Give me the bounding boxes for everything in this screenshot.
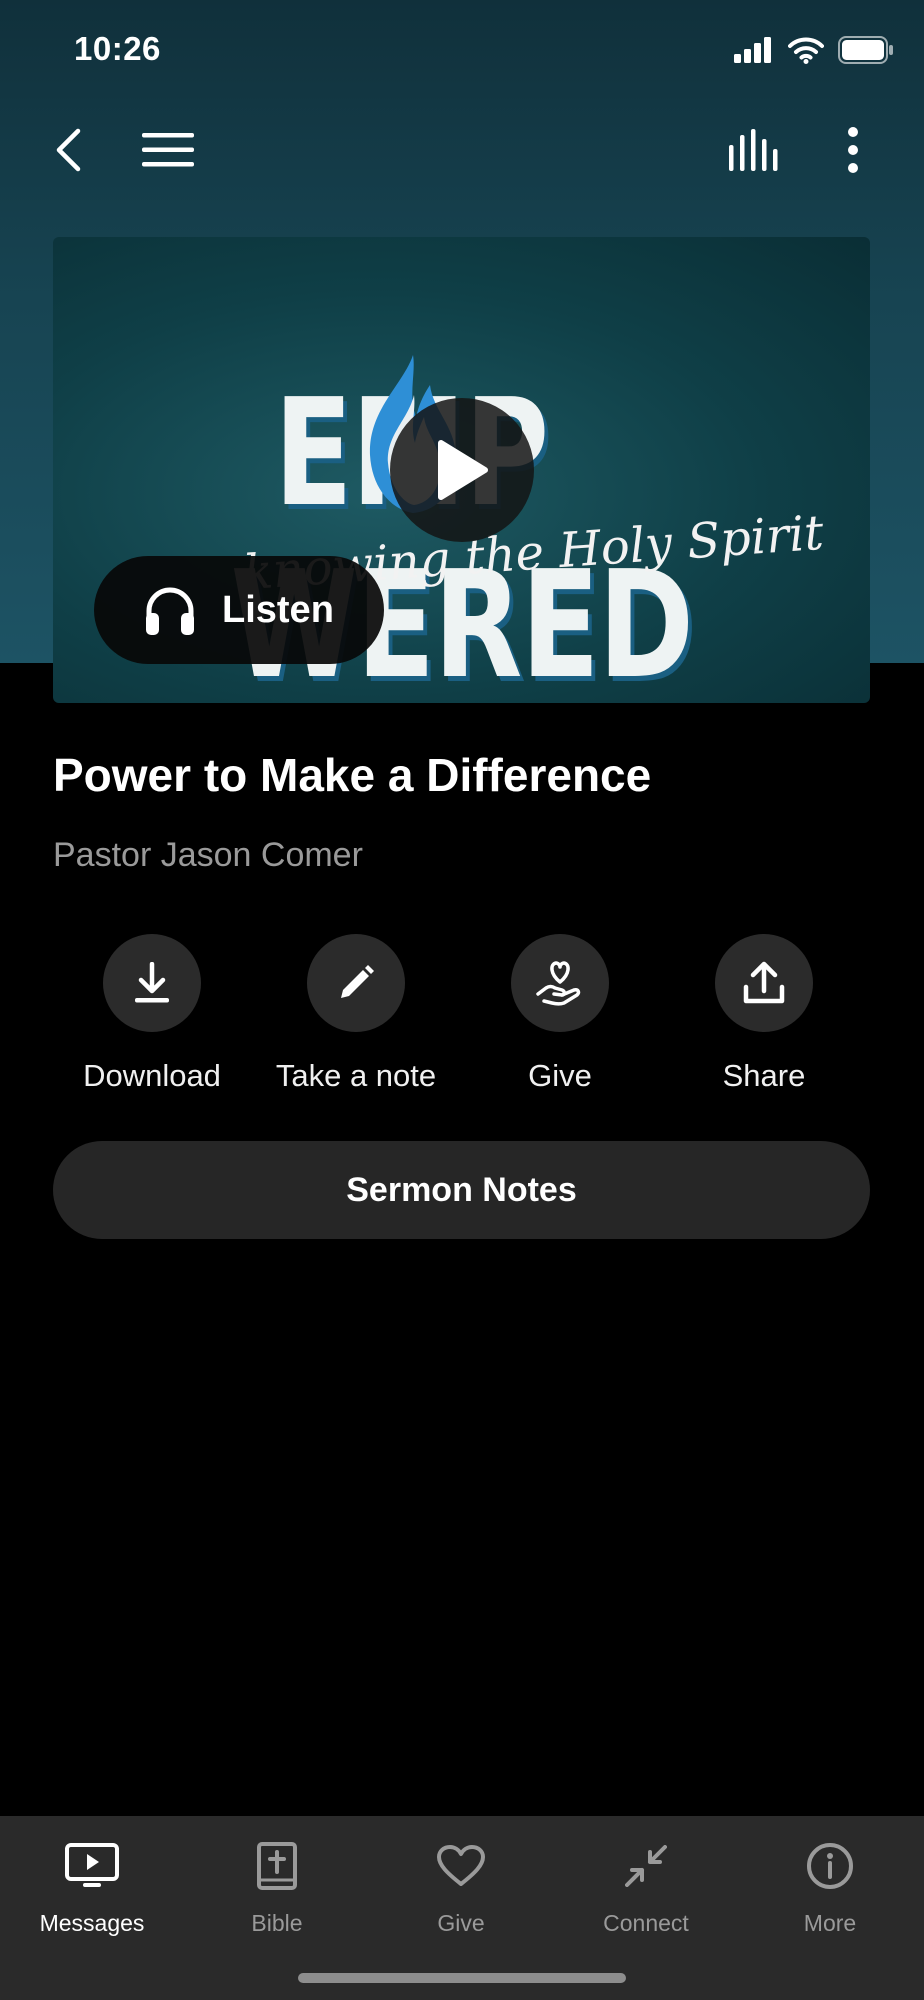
tab-more[interactable]: More: [738, 1816, 922, 1946]
tab-connect[interactable]: Connect: [554, 1816, 738, 1946]
heart-icon: [437, 1845, 485, 1886]
tv-play-icon: [65, 1843, 119, 1887]
menu-button[interactable]: [138, 120, 198, 180]
tab-give-label: Give: [437, 1910, 485, 1936]
sermon-actions: Download Take a note Give Share: [53, 934, 870, 1094]
tab-bible-label: Bible: [251, 1910, 303, 1936]
chevron-left-icon: [56, 128, 81, 172]
heart-hand-icon: [536, 961, 581, 1006]
pencil-icon: [341, 965, 374, 998]
listen-label: Listen: [222, 588, 334, 631]
headphones-icon: [146, 587, 194, 635]
download-label: Download: [83, 1058, 221, 1093]
tab-messages-label: Messages: [39, 1910, 145, 1936]
take-a-note-button[interactable]: Take a note: [256, 934, 456, 1094]
cellular-signal-icon: [734, 37, 771, 63]
play-button[interactable]: [390, 398, 534, 542]
bible-icon: [257, 1842, 297, 1890]
home-indicator[interactable]: [298, 1973, 626, 1983]
battery-icon: [838, 36, 893, 64]
top-navigation: [0, 110, 924, 190]
sermon-speaker: Pastor Jason Comer: [53, 836, 363, 874]
take-a-note-button-circle[interactable]: [307, 934, 405, 1032]
wifi-icon: [788, 37, 824, 64]
share-label: Share: [722, 1058, 806, 1093]
tab-give[interactable]: Give: [369, 1816, 553, 1946]
status-bar: 10:26: [0, 0, 924, 100]
download-button-circle[interactable]: [103, 934, 201, 1032]
audio-visualizer-button[interactable]: [725, 120, 785, 180]
download-button[interactable]: Download: [52, 934, 252, 1094]
share-button[interactable]: Share: [664, 934, 864, 1094]
give-action-button-circle[interactable]: [511, 934, 609, 1032]
vertical-dots-icon: [848, 127, 858, 173]
hamburger-menu-icon: [142, 133, 194, 167]
tab-bible[interactable]: Bible: [185, 1816, 369, 1946]
tab-more-label: More: [803, 1910, 857, 1936]
more-options-button[interactable]: [823, 120, 883, 180]
equalizer-icon: [729, 129, 778, 171]
status-icons: [734, 36, 894, 64]
tab-connect-label: Connect: [603, 1910, 689, 1936]
collapse-arrows-icon: [625, 1845, 667, 1887]
give-action-button[interactable]: Give: [460, 934, 660, 1094]
sermon-notes-button[interactable]: Sermon Notes: [53, 1141, 870, 1239]
tab-messages[interactable]: Messages: [0, 1816, 184, 1946]
share-button-circle[interactable]: [715, 934, 813, 1032]
listen-button[interactable]: Listen: [94, 556, 384, 664]
status-time: 10:26: [74, 30, 161, 67]
info-icon: [807, 1843, 853, 1889]
sermon-title: Power to Make a Difference: [53, 749, 652, 801]
play-icon: [438, 440, 488, 500]
take-a-note-label: Take a note: [275, 1058, 437, 1093]
give-action-label: Give: [528, 1058, 592, 1093]
share-icon: [743, 961, 785, 1004]
back-button[interactable]: [38, 120, 98, 180]
download-icon: [135, 962, 169, 1003]
